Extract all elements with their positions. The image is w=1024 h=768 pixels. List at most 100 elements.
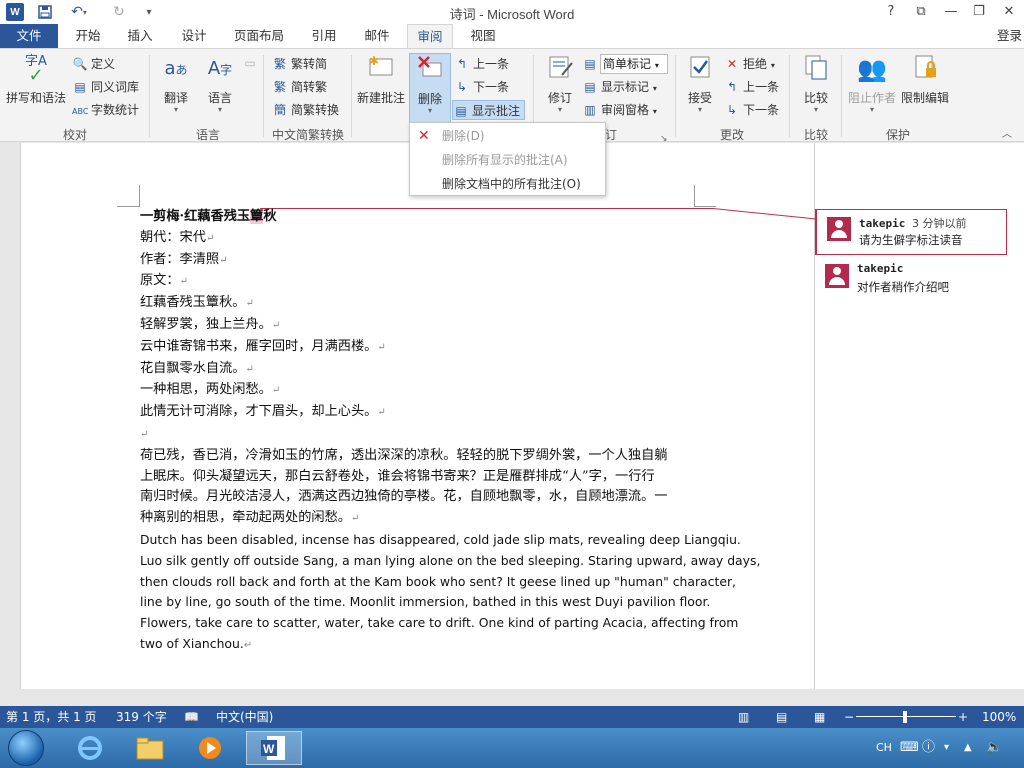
tab-mailings[interactable]: 邮件 bbox=[357, 24, 397, 48]
margin-corner-mark bbox=[694, 185, 695, 207]
status-bar: 第 1 页，共 1 页 319 个字 📖 中文(中国) ▥ ▤ ▦ − + 10… bbox=[0, 706, 1024, 728]
explorer-icon[interactable] bbox=[122, 731, 178, 765]
accept-button[interactable]: 接受 ▾ bbox=[680, 53, 720, 114]
show-comments-button[interactable]: ▤ 显示批注 bbox=[452, 100, 526, 120]
chevron-down-icon: ▾ bbox=[813, 105, 818, 114]
document-body[interactable]: 一剪梅·红藕香残玉簟秋 朝代：宋代↵ 作者：李清照↵ 原文：↵ 红藕香残玉簟秋。… bbox=[140, 207, 760, 657]
reviewing-pane-button[interactable]: ▥ 审阅窗格 ▾ bbox=[582, 100, 657, 120]
tab-design[interactable]: 设计 bbox=[174, 24, 214, 48]
track-changes-button[interactable]: 修订 ▾ bbox=[540, 53, 580, 114]
poem-line: 朝代：宋代↵ bbox=[140, 229, 215, 245]
avatar bbox=[827, 217, 851, 241]
tab-file[interactable]: 文件 bbox=[0, 24, 58, 48]
convert-button[interactable]: 簡简繁转换 bbox=[272, 100, 339, 120]
language-icon: A字 bbox=[207, 58, 233, 79]
poem-line: 此情无计可消除，才下眉头，却上心头。↵ bbox=[140, 404, 386, 420]
group-separator bbox=[351, 55, 352, 137]
restrict-editing-button[interactable]: 限制编辑 bbox=[900, 53, 950, 106]
next-change-button[interactable]: ↳ 下一条 bbox=[724, 100, 779, 120]
margin-corner-mark bbox=[117, 206, 139, 207]
keyboard-icon[interactable]: ⌨ bbox=[900, 728, 919, 768]
word-icon[interactable]: W bbox=[246, 731, 302, 765]
print-layout-icon[interactable]: ▤ bbox=[776, 706, 787, 728]
tab-insert[interactable]: 插入 bbox=[120, 24, 160, 48]
tab-references[interactable]: 引用 bbox=[304, 24, 344, 48]
previous-change-icon: ↰ bbox=[726, 80, 738, 94]
language-button[interactable]: A字 语言 ▾ bbox=[200, 53, 240, 114]
reject-button[interactable]: ✕ 拒绝 ▾ bbox=[724, 54, 775, 74]
collapse-ribbon-icon[interactable]: ︿ bbox=[1002, 125, 1012, 145]
translate-button[interactable]: aあ 翻译 ▾ bbox=[156, 53, 196, 114]
spelling-grammar-button[interactable]: 字A ✓ 拼写和语法 bbox=[4, 53, 68, 106]
input-language[interactable]: CH bbox=[876, 728, 892, 768]
read-mode-icon[interactable]: ▥ bbox=[738, 706, 749, 728]
zoom-in-icon[interactable]: + bbox=[958, 706, 968, 728]
help-tray-icon[interactable]: ⓘ bbox=[922, 728, 935, 768]
tab-review[interactable]: 审阅 bbox=[407, 24, 453, 49]
show-markup-button[interactable]: ▤ 显示标记 ▾ bbox=[582, 77, 657, 97]
page-count[interactable]: 第 1 页，共 1 页 bbox=[6, 706, 97, 728]
zoom-level[interactable]: 100% bbox=[982, 706, 1016, 728]
track-changes-icon bbox=[544, 53, 576, 85]
restore-button[interactable]: ❐ bbox=[966, 2, 992, 22]
web-layout-icon[interactable]: ▦ bbox=[814, 706, 825, 728]
media-player-icon[interactable] bbox=[182, 731, 238, 765]
menu-item-delete-all[interactable]: 删除文档中的所有批注(O) bbox=[442, 174, 581, 194]
ime-settings-icon[interactable]: ▾ bbox=[944, 728, 949, 768]
comment-card[interactable]: takepic 3 分钟以前 请为生僻字标注读音 bbox=[815, 209, 1007, 255]
title-bar: W ↶ ▾ ↻ ▾ 诗词 - Microsoft Word ? ⧉ — ❐ ✕ bbox=[0, 0, 1024, 24]
show-markup-icon: ▤ bbox=[584, 80, 596, 94]
comment-text[interactable]: 请为生僻字标注读音 bbox=[859, 232, 963, 248]
close-button[interactable]: ✕ bbox=[996, 2, 1022, 22]
previous-comment-icon: ↰ bbox=[456, 57, 468, 71]
show-hidden-icons[interactable]: ▲ bbox=[964, 728, 972, 768]
tab-home[interactable]: 开始 bbox=[68, 24, 108, 48]
reviewing-pane-icon: ▥ bbox=[584, 103, 596, 117]
previous-comment-button[interactable]: ↰ 上一条 bbox=[454, 54, 509, 74]
translation-en: Dutch has been disabled, incense has dis… bbox=[140, 530, 760, 657]
language-status[interactable]: 中文(中国) bbox=[216, 706, 273, 728]
proofing-status-icon[interactable]: 📖 bbox=[184, 706, 199, 728]
sign-in-link[interactable]: 登录 bbox=[997, 24, 1022, 48]
comment-pane: takepic 3 分钟以前 请为生僻字标注读音 takepic 对作者稍作介绍… bbox=[815, 143, 1024, 689]
translation-en-line: Flowers, take care to scatter, water, ta… bbox=[140, 615, 739, 631]
previous-change-button[interactable]: ↰ 上一条 bbox=[724, 77, 779, 97]
accept-icon bbox=[684, 53, 716, 85]
word-count[interactable]: 319 个字 bbox=[116, 706, 167, 728]
next-comment-button[interactable]: ↳ 下一条 bbox=[454, 77, 509, 97]
show-comments-icon: ▤ bbox=[455, 104, 467, 118]
to-traditional-button[interactable]: 繁简转繁 bbox=[272, 77, 327, 97]
group-separator bbox=[789, 55, 790, 137]
block-authors-icon: 👥 bbox=[857, 55, 887, 83]
ie-icon[interactable] bbox=[62, 731, 118, 765]
ribbon-display-icon[interactable]: ⧉ bbox=[908, 2, 934, 22]
zoom-slider-thumb[interactable] bbox=[903, 711, 907, 723]
commented-character[interactable]: 簟 bbox=[250, 209, 264, 224]
help-icon[interactable]: ? bbox=[878, 2, 904, 22]
comment-card[interactable]: takepic 对作者稍作介绍吧 bbox=[815, 257, 1007, 297]
volume-icon[interactable]: 🔈 bbox=[986, 728, 1002, 768]
document-page[interactable]: 一剪梅·红藕香残玉簟秋 朝代：宋代↵ 作者：李清照↵ 原文：↵ 红藕香残玉簟秋。… bbox=[20, 143, 817, 689]
thesaurus-button[interactable]: ▤ 同义词库 bbox=[72, 77, 139, 97]
tab-layout[interactable]: 页面布局 bbox=[228, 24, 290, 48]
start-button[interactable] bbox=[8, 730, 44, 766]
comment-connector-line bbox=[712, 208, 817, 220]
group-separator bbox=[675, 55, 676, 137]
empty-paragraph: ↵ bbox=[140, 428, 149, 440]
comment-text[interactable]: 对作者稍作介绍吧 bbox=[857, 279, 949, 295]
define-button[interactable]: 🔍 定义 bbox=[72, 54, 116, 74]
compare-button[interactable]: 比较 ▾ bbox=[796, 53, 836, 114]
zoom-out-icon[interactable]: − bbox=[844, 706, 854, 728]
word-count-button[interactable]: ABC 字数统计 bbox=[72, 100, 139, 120]
translate-icon: aあ bbox=[164, 58, 188, 79]
translation-cn-line: 南归时候。月光皎洁浸人，洒满这西边独倚的亭楼。花，自顾地飘零，水，自顾地漂流。一 bbox=[140, 489, 668, 505]
to-simplified-button[interactable]: 繁繁转简 bbox=[272, 54, 327, 74]
group-label-compare: 比较 bbox=[803, 128, 828, 142]
minimize-button[interactable]: — bbox=[938, 2, 964, 22]
tab-view[interactable]: 视图 bbox=[463, 24, 503, 48]
new-comment-button[interactable]: ✱ 新建批注 bbox=[356, 53, 406, 106]
new-comment-icon: ✱ bbox=[365, 53, 397, 85]
comment-time: 3 分钟以前 bbox=[911, 217, 967, 230]
delete-comment-button[interactable]: 删除 ▾ bbox=[409, 53, 451, 123]
markup-mode-select[interactable]: 简单标记 ▾ bbox=[600, 54, 668, 74]
